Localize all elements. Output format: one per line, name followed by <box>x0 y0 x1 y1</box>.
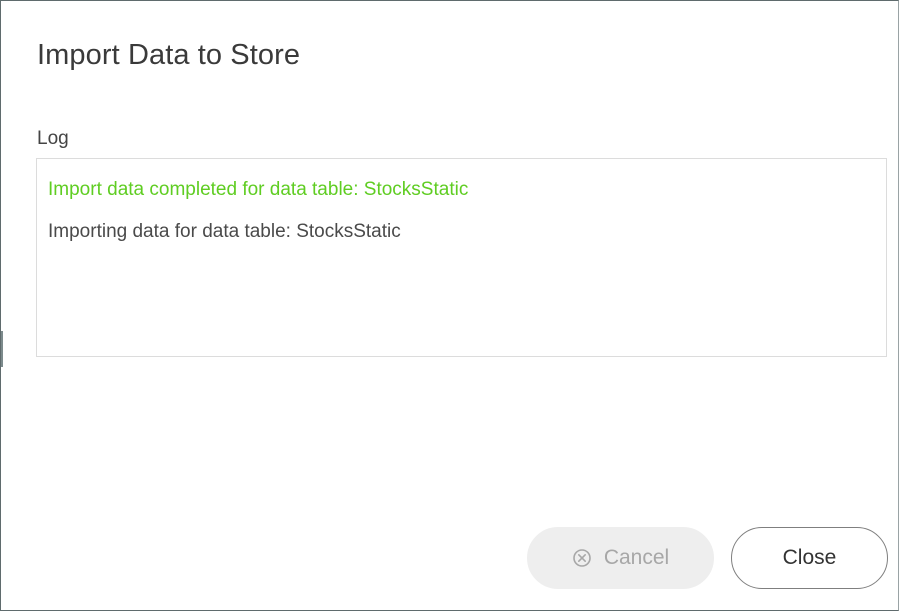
close-button[interactable]: Close <box>731 527 888 589</box>
cancel-button[interactable]: Cancel <box>527 527 714 589</box>
dialog-edge-marker <box>1 331 3 367</box>
log-panel[interactable]: Import data completed for data table: St… <box>36 158 887 357</box>
cancel-button-label: Cancel <box>603 546 670 569</box>
import-data-dialog: Import Data to Store Log Import data com… <box>0 0 899 611</box>
log-label: Log <box>37 128 69 149</box>
log-entry-success: Import data completed for data table: St… <box>48 179 469 200</box>
circle-x-icon <box>573 549 591 567</box>
close-button-label: Close <box>782 546 837 569</box>
log-entry-progress: Importing data for data table: StocksSta… <box>48 221 401 242</box>
dialog-title: Import Data to Store <box>37 39 301 71</box>
